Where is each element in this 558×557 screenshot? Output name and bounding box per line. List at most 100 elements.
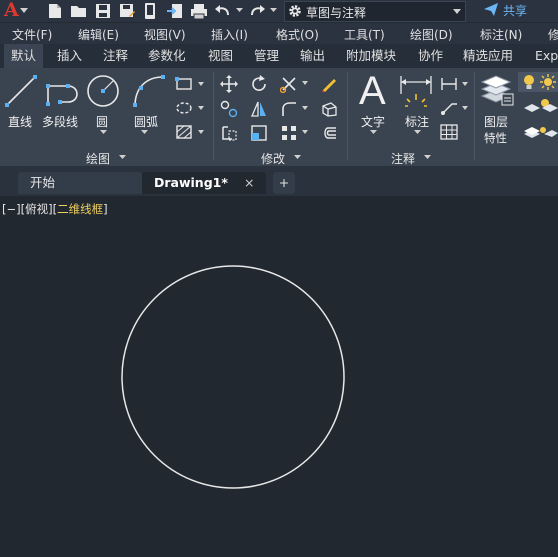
menu-view[interactable]: 视图(V)	[144, 26, 186, 43]
linear-dimension-dropdown-icon[interactable]	[462, 82, 468, 86]
new-file-icon[interactable]	[46, 2, 64, 20]
send-icon	[484, 3, 498, 16]
linear-dimension-icon[interactable]	[440, 76, 458, 92]
autocad-logo[interactable]: A	[4, 0, 19, 21]
arc-tool-icon[interactable]	[132, 74, 166, 108]
drawing-canvas[interactable]: [−][俯视][二维线框]	[0, 196, 558, 557]
scale-icon[interactable]	[250, 124, 268, 142]
layer-tools-icon[interactable]	[522, 96, 558, 116]
array-dropdown-icon[interactable]	[302, 130, 308, 134]
redo-icon[interactable]	[248, 2, 266, 20]
circle-tool-label[interactable]: 圆	[96, 113, 108, 130]
polyline-tool-label[interactable]: 多段线	[42, 113, 78, 130]
modify-panel-label[interactable]: 修改	[261, 150, 285, 167]
arc-dropdown-icon[interactable]	[141, 130, 148, 135]
redo-dropdown-icon[interactable]	[270, 8, 277, 13]
arc-tool-label[interactable]: 圆弧	[134, 113, 158, 130]
stretch-icon[interactable]	[220, 124, 238, 142]
menu-draw[interactable]: 绘图(D)	[410, 26, 453, 43]
text-dropdown-icon[interactable]	[370, 130, 377, 135]
layer-match-icon[interactable]	[522, 122, 558, 142]
polyline-tool-icon[interactable]	[46, 78, 82, 106]
erase-icon[interactable]	[320, 75, 338, 93]
dimension-tool-icon[interactable]	[398, 74, 434, 108]
menu-edit[interactable]: 编辑(E)	[78, 26, 119, 43]
tab-manage[interactable]: 管理	[254, 44, 279, 68]
move-icon[interactable]	[220, 75, 238, 93]
tab-addins[interactable]: 附加模块	[346, 44, 396, 68]
tab-default[interactable]: 默认	[4, 44, 44, 68]
save-as-icon[interactable]	[118, 2, 136, 20]
fillet-dropdown-icon[interactable]	[302, 106, 308, 110]
layer-properties-icon[interactable]	[480, 74, 514, 106]
sun-icon	[540, 74, 556, 90]
tab-express[interactable]: Exp	[535, 44, 558, 68]
gradient-tool-icon[interactable]	[175, 124, 193, 140]
layer-properties-label[interactable]: 图层	[484, 113, 508, 130]
workspace-switcher[interactable]: 草图与注释	[284, 1, 466, 22]
offset-icon[interactable]	[320, 124, 338, 142]
layer-state-dropdown[interactable]	[518, 72, 558, 92]
rotate-icon[interactable]	[250, 75, 268, 93]
fillet-icon[interactable]	[280, 100, 298, 118]
tab-annotate[interactable]: 注释	[103, 44, 128, 68]
dimension-tool-label[interactable]: 标注	[405, 113, 429, 130]
menu-file[interactable]: 文件(F)	[12, 26, 52, 43]
line-tool-icon[interactable]	[4, 74, 38, 108]
trim-dropdown-icon[interactable]	[302, 81, 308, 85]
array-icon[interactable]	[280, 124, 298, 142]
tab-featured-apps[interactable]: 精选应用	[463, 44, 513, 68]
open-folder-icon[interactable]	[70, 2, 88, 20]
trim-icon[interactable]	[280, 75, 298, 93]
panel-divider	[213, 72, 214, 160]
drawing-area[interactable]	[0, 196, 558, 557]
web-mobile-icon[interactable]	[142, 2, 160, 20]
tab-collaborate[interactable]: 协作	[418, 44, 443, 68]
annotation-panel-label[interactable]: 注释	[391, 150, 415, 167]
text-tool-label[interactable]: 文字	[361, 113, 385, 130]
hatch-tool-icon[interactable]	[175, 100, 193, 116]
table-icon[interactable]	[440, 124, 458, 140]
undo-icon[interactable]	[214, 2, 232, 20]
tab-drawing1[interactable]: Drawing1* ×	[142, 172, 266, 194]
explode-icon[interactable]	[320, 100, 338, 118]
drawn-circle[interactable]	[121, 265, 345, 489]
menu-dimension[interactable]: 标注(N)	[480, 26, 522, 43]
tab-output[interactable]: 输出	[300, 44, 325, 68]
layer-properties-label-2[interactable]: 特性	[484, 130, 507, 146]
draw-panel-label[interactable]: 绘图	[86, 150, 110, 167]
tab-start[interactable]: 开始	[18, 172, 142, 194]
close-tab-icon[interactable]: ×	[244, 172, 254, 194]
dimension-dropdown-icon[interactable]	[414, 130, 421, 135]
app-menu-chevron-icon[interactable]	[20, 8, 28, 14]
gradient-dropdown-icon[interactable]	[198, 130, 204, 134]
import-icon[interactable]	[166, 2, 184, 20]
copy-icon[interactable]	[220, 100, 238, 118]
mirror-icon[interactable]	[250, 100, 268, 118]
tab-parametric[interactable]: 参数化	[148, 44, 186, 68]
print-icon[interactable]	[190, 2, 208, 20]
tab-view[interactable]: 视图	[208, 44, 233, 68]
modify-panel-expand-icon[interactable]	[294, 155, 301, 160]
tab-insert[interactable]: 插入	[57, 44, 82, 68]
panel-divider	[474, 72, 475, 160]
menu-modify[interactable]: 修	[548, 26, 558, 43]
line-tool-label[interactable]: 直线	[8, 113, 32, 130]
leader-dropdown-icon[interactable]	[462, 106, 468, 110]
draw-panel-expand-icon[interactable]	[119, 155, 126, 160]
menu-tools[interactable]: 工具(T)	[344, 26, 385, 43]
rectangle-tool-icon[interactable]	[175, 76, 193, 92]
hatch-dropdown-icon[interactable]	[198, 106, 204, 110]
document-tab-bar: 开始 Drawing1* × +	[0, 166, 558, 196]
save-icon[interactable]	[94, 2, 112, 20]
menu-format[interactable]: 格式(O)	[276, 26, 319, 43]
text-tool-icon[interactable]: A	[359, 68, 386, 114]
menu-insert[interactable]: 插入(I)	[211, 26, 248, 43]
leader-icon[interactable]	[440, 100, 458, 116]
circle-tool-icon[interactable]	[86, 74, 120, 108]
annotation-panel-expand-icon[interactable]	[424, 155, 431, 160]
undo-dropdown-icon[interactable]	[236, 8, 243, 13]
rectangle-dropdown-icon[interactable]	[198, 82, 204, 86]
new-tab-button[interactable]: +	[273, 172, 295, 194]
circle-dropdown-icon[interactable]	[100, 130, 107, 135]
